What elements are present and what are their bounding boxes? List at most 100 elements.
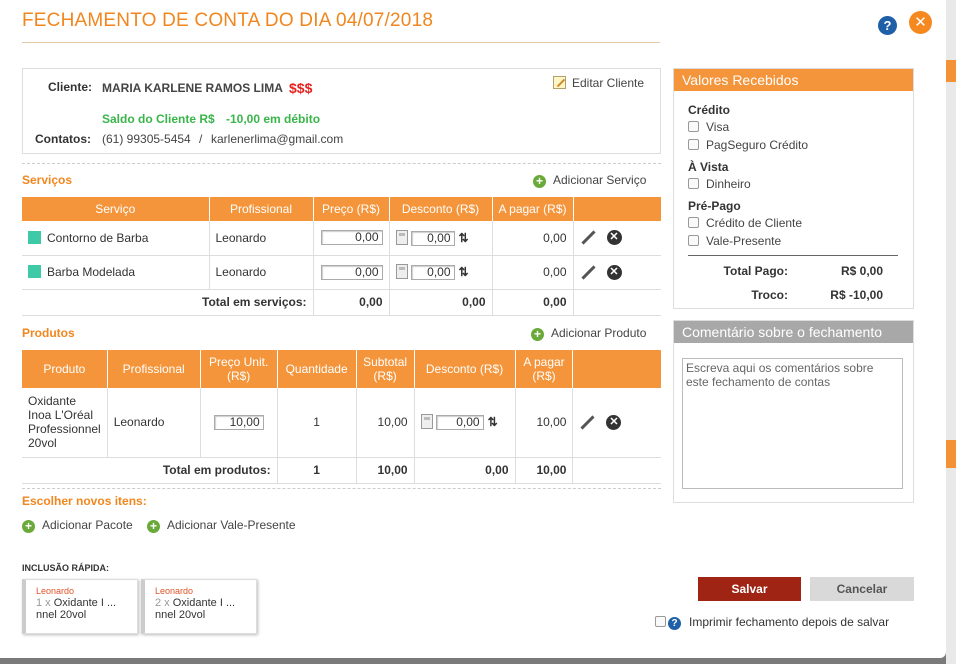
actions-cell: ✕: [573, 255, 661, 290]
summary-divider: [688, 255, 898, 256]
discount-input[interactable]: 0,00: [410, 230, 455, 246]
table-row: Contorno de Barba Leonardo 0,00 0,00 ⇅ 0,…: [22, 221, 661, 256]
payment-group-cash: À Vista: [688, 160, 729, 174]
checkbox-icon[interactable]: [688, 235, 699, 246]
edit-pencil-icon[interactable]: [580, 230, 596, 245]
close-icon[interactable]: ✕: [909, 11, 932, 34]
received-values-panel: Valores Recebidos Crédito Visa PagSeguro…: [673, 68, 914, 309]
column-header: A pagar (R$): [492, 197, 574, 221]
column-header: Subtotal (R$): [356, 350, 415, 388]
background-stripe: [946, 440, 956, 468]
services-total-price: 0,00: [313, 289, 390, 316]
checkbox-pagseguro[interactable]: PagSeguro Crédito: [688, 138, 808, 152]
calculator-icon[interactable]: [395, 264, 408, 279]
edit-client-link[interactable]: Editar Cliente: [553, 76, 644, 90]
to-pay-cell: 10,00: [515, 388, 574, 458]
help-icon[interactable]: ?: [878, 16, 897, 35]
checkbox-icon[interactable]: [688, 217, 699, 228]
remove-icon[interactable]: ✕: [606, 230, 622, 246]
checkbox-icon[interactable]: [688, 139, 699, 150]
checkbox-label: Vale-Presente: [706, 234, 782, 248]
quick-card-qty: 1 x: [36, 597, 51, 609]
new-items-heading: Escolher novos itens:: [22, 494, 147, 508]
price-input[interactable]: 0,00: [320, 264, 383, 280]
edit-client-label: Editar Cliente: [572, 76, 645, 90]
client-label: Cliente:: [48, 80, 93, 94]
plus-icon: +: [531, 328, 544, 341]
product-name: Oxidante Inoa L'Oréal Professionnel 20vo…: [22, 388, 108, 458]
discount-input[interactable]: 0,00: [410, 265, 455, 280]
quick-card-line2: nnel 20vol: [155, 609, 206, 621]
quick-card-line2: nnel 20vol: [36, 609, 87, 621]
professional-cell: Leonardo: [107, 388, 201, 458]
services-table: Serviço Profissional Preço (R$) Desconto…: [22, 197, 661, 316]
client-phone: (61) 99305-5454: [102, 132, 191, 146]
unit-price-input[interactable]: 10,00: [213, 414, 264, 430]
service-name: Contorno de Barba: [47, 230, 149, 245]
column-header: Preço Unit. (R$): [200, 350, 278, 388]
divider: [22, 488, 661, 489]
help-icon[interactable]: ?: [668, 617, 681, 630]
quick-include-card[interactable]: Leonardo 1 x Oxidante I ... nnel 20vol: [22, 579, 138, 634]
change-value: R$ -10,00: [830, 288, 883, 302]
products-total-row: Total em produtos: 1 10,00 0,00 10,00: [22, 457, 661, 484]
quick-include-card[interactable]: Leonardo 2 x Oxidante I ... nnel 20vol: [141, 579, 257, 634]
plus-icon: +: [147, 520, 160, 533]
professional-cell: Leonardo: [209, 255, 314, 290]
change-label: Troco:: [751, 288, 788, 302]
products-total-subtotal: 10,00: [356, 457, 415, 484]
products-heading: Produtos: [22, 326, 75, 340]
print-checkbox[interactable]: [655, 616, 666, 627]
calculator-icon[interactable]: [395, 229, 408, 245]
subtotal-cell: 10,00: [356, 388, 415, 458]
payment-group-credit: Crédito: [688, 103, 730, 117]
service-name: Barba Modelada: [47, 265, 136, 279]
discount-input[interactable]: 0,00: [435, 415, 484, 431]
checkbox-visa[interactable]: Visa: [688, 120, 729, 134]
checkbox-label: Dinheiro: [706, 177, 751, 191]
sort-arrows-icon[interactable]: ⇅: [459, 265, 469, 279]
quick-card-line1: Oxidante I ...: [53, 597, 117, 609]
column-header: Preço (R$): [313, 197, 390, 221]
add-service-link[interactable]: + Adicionar Serviço: [533, 173, 646, 188]
remove-icon[interactable]: ✕: [606, 414, 622, 430]
add-product-label: Adicionar Produto: [551, 326, 647, 340]
checkbox-cash[interactable]: Dinheiro: [688, 177, 751, 191]
contacts-label: Contatos:: [35, 132, 91, 146]
cancel-button[interactable]: Cancelar: [810, 577, 914, 601]
services-heading: Serviços: [22, 173, 73, 187]
column-header: A pagar (R$): [515, 350, 574, 388]
payment-group-prepaid: Pré-Pago: [688, 199, 741, 213]
actions-cell: ✕: [572, 388, 661, 458]
table-row: Oxidante Inoa L'Oréal Professionnel 20vo…: [22, 388, 661, 458]
column-header: Profissional: [209, 197, 314, 221]
empty-cell: [573, 289, 661, 316]
client-name: MARIA KARLENE RAMOS LIMA: [102, 81, 283, 95]
column-header: Quantidade: [277, 350, 357, 388]
price-input[interactable]: 0,00: [320, 230, 383, 246]
quick-card-professional: Leonardo: [155, 586, 194, 596]
save-button[interactable]: Salvar: [698, 577, 801, 601]
checkbox-gift-card[interactable]: Vale-Presente: [688, 234, 781, 248]
calculator-icon[interactable]: [420, 414, 433, 430]
sort-arrows-icon[interactable]: ⇅: [459, 231, 469, 245]
edit-pencil-icon[interactable]: [580, 265, 596, 280]
add-voucher-link[interactable]: + Adicionar Vale-Presente: [147, 518, 296, 533]
sort-arrows-icon[interactable]: ⇅: [488, 415, 498, 429]
checkbox-icon[interactable]: [688, 121, 699, 132]
remove-icon[interactable]: ✕: [606, 264, 622, 280]
comment-textarea[interactable]: Escreva aqui os comentários sobre este f…: [682, 358, 903, 489]
comment-panel: Comentário sobre o fechamento Escreva aq…: [673, 320, 914, 503]
divider: [22, 163, 661, 164]
print-option[interactable]: ? Imprimir fechamento depois de salvar: [655, 615, 889, 630]
quantity-cell: 1: [277, 388, 357, 458]
services-total-row: Total em serviços: 0,00 0,00 0,00: [22, 289, 661, 316]
add-package-link[interactable]: + Adicionar Pacote: [22, 518, 133, 533]
checkbox-icon[interactable]: [688, 178, 699, 189]
checkbox-label: PagSeguro Crédito: [706, 138, 809, 152]
checkbox-client-credit[interactable]: Crédito de Cliente: [688, 216, 802, 230]
edit-pencil-icon[interactable]: [580, 415, 596, 430]
actions-cell: ✕: [573, 221, 661, 256]
price-cell: 0,00: [313, 221, 390, 256]
add-product-link[interactable]: + Adicionar Produto: [531, 326, 646, 341]
